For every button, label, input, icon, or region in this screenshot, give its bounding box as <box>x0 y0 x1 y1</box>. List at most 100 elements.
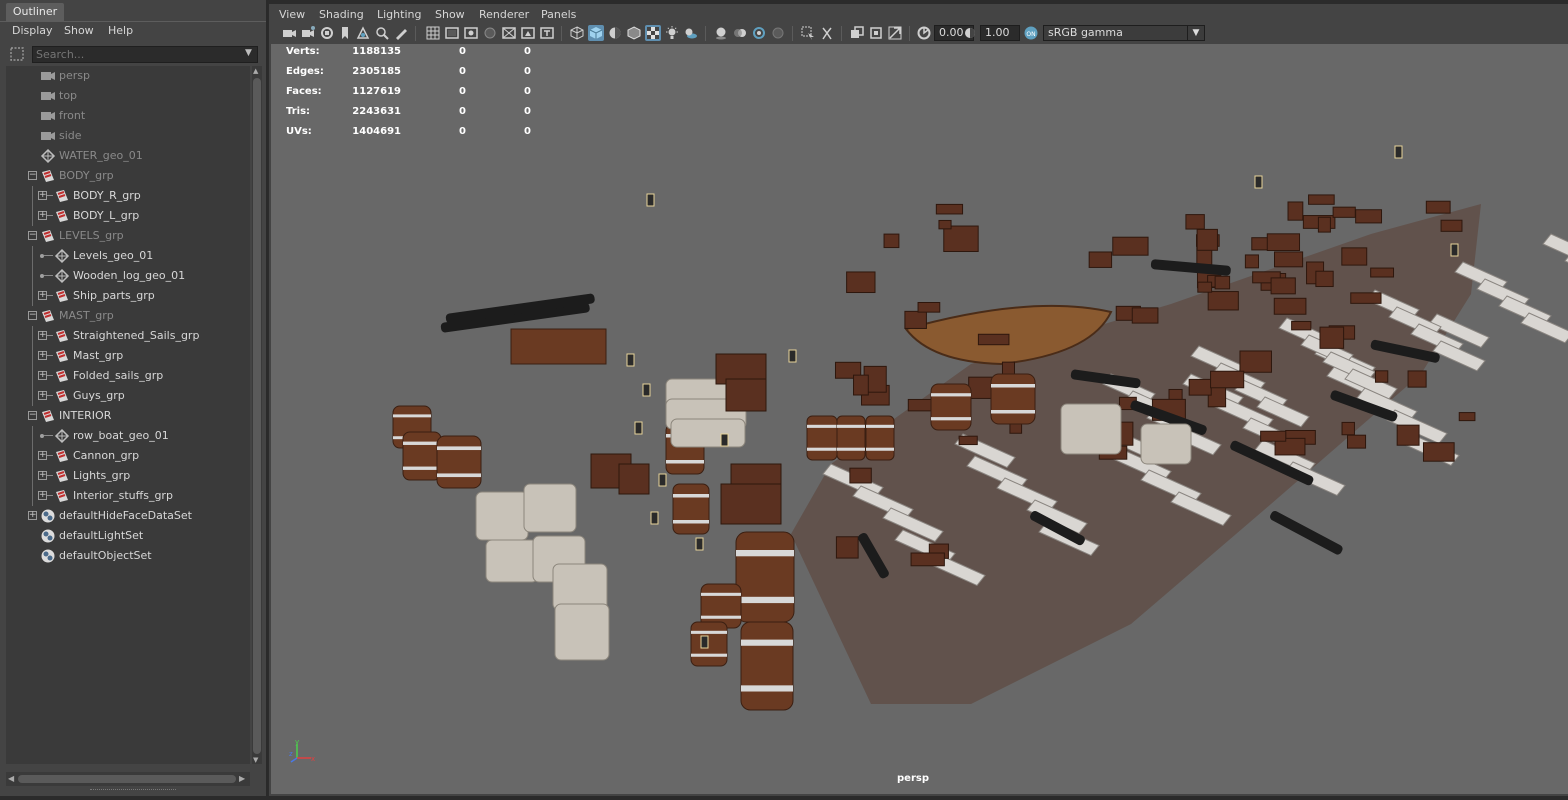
exposure-icon[interactable] <box>916 25 932 41</box>
multisample-aa-icon[interactable] <box>751 25 767 41</box>
color-management-icon[interactable]: ON <box>1023 25 1039 41</box>
barrel-hoop <box>807 447 837 451</box>
menu-display[interactable]: Display <box>12 22 53 42</box>
search-input[interactable] <box>32 46 258 63</box>
outliner-row[interactable]: − MAST_grp <box>6 306 250 326</box>
outliner-row[interactable]: + Ship_parts_grp <box>6 286 250 306</box>
outliner-row[interactable]: WATER_geo_01 <box>6 146 250 166</box>
grease-pencil-icon[interactable] <box>393 25 409 41</box>
horizontal-scroll-thumb[interactable] <box>18 775 236 783</box>
expand-icon[interactable]: + <box>38 491 47 500</box>
wireframe-icon[interactable] <box>569 25 585 41</box>
outliner-row[interactable]: top <box>6 86 250 106</box>
scroll-up-arrow-icon[interactable]: ▲ <box>253 67 258 75</box>
outliner-row[interactable]: front <box>6 106 250 126</box>
menu-renderer[interactable]: Renderer <box>479 6 529 26</box>
bookmark-icon[interactable] <box>337 25 353 41</box>
gamma-icon[interactable] <box>962 25 978 41</box>
field-chart-icon[interactable] <box>501 25 517 41</box>
outliner-row[interactable]: row_boat_geo_01 <box>6 426 250 446</box>
group-icon <box>42 310 54 322</box>
depth-of-field-icon[interactable] <box>770 25 786 41</box>
screen-space-ao-icon[interactable] <box>713 25 729 41</box>
isolate-select-icon[interactable] <box>800 25 816 41</box>
menu-panels[interactable]: Panels <box>541 6 576 26</box>
menu-shading[interactable]: Shading <box>319 6 364 26</box>
motion-blur-icon[interactable] <box>732 25 748 41</box>
safe-title-icon[interactable] <box>539 25 555 41</box>
bookmark-camera-icon[interactable] <box>319 25 335 41</box>
smooth-shade-icon[interactable] <box>588 25 604 41</box>
outliner-row[interactable]: + Folded_sails_grp <box>6 366 250 386</box>
expand-icon[interactable]: + <box>38 371 47 380</box>
xray-joints-icon[interactable] <box>849 25 865 41</box>
outliner-row[interactable]: + defaultHideFaceDataSet <box>6 506 250 526</box>
vertical-scroll-thumb[interactable] <box>253 78 261 754</box>
menu-show[interactable]: Show <box>64 22 94 42</box>
outliner-row[interactable]: − LEVELS_grp <box>6 226 250 246</box>
camera-attributes-icon[interactable] <box>300 25 316 41</box>
menu-show[interactable]: Show <box>435 6 465 26</box>
outliner-row[interactable]: persp <box>6 66 250 86</box>
outliner-row[interactable]: + BODY_L_grp <box>6 206 250 226</box>
barrel-hoop <box>807 424 837 428</box>
collapse-icon[interactable]: − <box>28 311 37 320</box>
color-space-dropdown[interactable]: sRGB gamma <box>1043 25 1193 41</box>
scroll-right-arrow-icon[interactable]: ▶ <box>239 774 245 783</box>
outliner-row[interactable]: + Lights_grp <box>6 466 250 486</box>
xray-icon[interactable] <box>819 25 835 41</box>
menu-lighting[interactable]: Lighting <box>377 6 421 26</box>
search-dropdown-arrow-icon[interactable]: ▼ <box>245 48 255 58</box>
expand-icon[interactable]: + <box>38 211 47 220</box>
outliner-row[interactable]: defaultObjectSet <box>6 546 250 566</box>
menu-help[interactable]: Help <box>108 22 133 42</box>
gamma-field[interactable]: 1.00 <box>980 25 1020 41</box>
textured-icon[interactable] <box>645 25 661 41</box>
select-camera-icon[interactable] <box>281 25 297 41</box>
outliner-row[interactable]: + BODY_R_grp <box>6 186 250 206</box>
outliner-row[interactable]: + Straightened_Sails_grp <box>6 326 250 346</box>
expand-icon[interactable]: + <box>38 291 47 300</box>
grid-icon[interactable] <box>425 25 441 41</box>
expand-icon[interactable]: + <box>38 451 47 460</box>
panel-resize-grip[interactable] <box>90 789 176 792</box>
expand-icon[interactable]: + <box>38 191 47 200</box>
expand-icon[interactable]: + <box>28 511 37 520</box>
outliner-row[interactable]: Levels_geo_01 <box>6 246 250 266</box>
viewport-3d-view[interactable]: Verts: 1188135 0 0 Edges: 2305185 0 0 Faces: 1127… <box>271 44 1568 794</box>
collapse-icon[interactable]: − <box>28 231 37 240</box>
expand-icon[interactable]: + <box>38 331 47 340</box>
outliner-row[interactable]: defaultLightSet <box>6 526 250 546</box>
outliner-row[interactable]: side <box>6 126 250 146</box>
wireframe-on-shaded-icon[interactable] <box>626 25 642 41</box>
outliner-row[interactable]: + Interior_stuffs_grp <box>6 486 250 506</box>
color-space-dropdown-arrow-icon[interactable]: ▼ <box>1187 25 1205 41</box>
outliner-row[interactable]: Wooden_log_geo_01 <box>6 266 250 286</box>
2d-pan-zoom-icon[interactable] <box>374 25 390 41</box>
image-plane-icon[interactable] <box>355 25 371 41</box>
outliner-row[interactable]: + Guys_grp <box>6 386 250 406</box>
film-gate-icon[interactable] <box>444 25 460 41</box>
expand-icon[interactable]: + <box>38 471 47 480</box>
scroll-down-arrow-icon[interactable]: ▼ <box>253 756 258 764</box>
use-all-lights-icon[interactable] <box>664 25 680 41</box>
backface-culling-icon[interactable] <box>887 25 903 41</box>
outliner-row[interactable]: − BODY_grp <box>6 166 250 186</box>
xray-active-icon[interactable] <box>868 25 884 41</box>
expand-icon[interactable]: + <box>38 391 47 400</box>
outliner-row[interactable]: + Cannon_grp <box>6 446 250 466</box>
collapse-icon[interactable]: − <box>28 171 37 180</box>
expand-icon[interactable]: + <box>38 351 47 360</box>
safe-action-icon[interactable] <box>520 25 536 41</box>
menu-view[interactable]: View <box>279 6 305 26</box>
outliner-row[interactable]: − INTERIOR <box>6 406 250 426</box>
outliner-row[interactable]: + Mast_grp <box>6 346 250 366</box>
gate-mask-icon[interactable] <box>482 25 498 41</box>
filter-icon[interactable] <box>10 47 24 61</box>
shadows-icon[interactable] <box>683 25 699 41</box>
resolution-gate-icon[interactable] <box>463 25 479 41</box>
outliner-tab[interactable]: Outliner <box>6 3 64 21</box>
default-material-icon[interactable] <box>607 25 623 41</box>
collapse-icon[interactable]: − <box>28 411 37 420</box>
scroll-left-arrow-icon[interactable]: ◀ <box>8 774 14 783</box>
